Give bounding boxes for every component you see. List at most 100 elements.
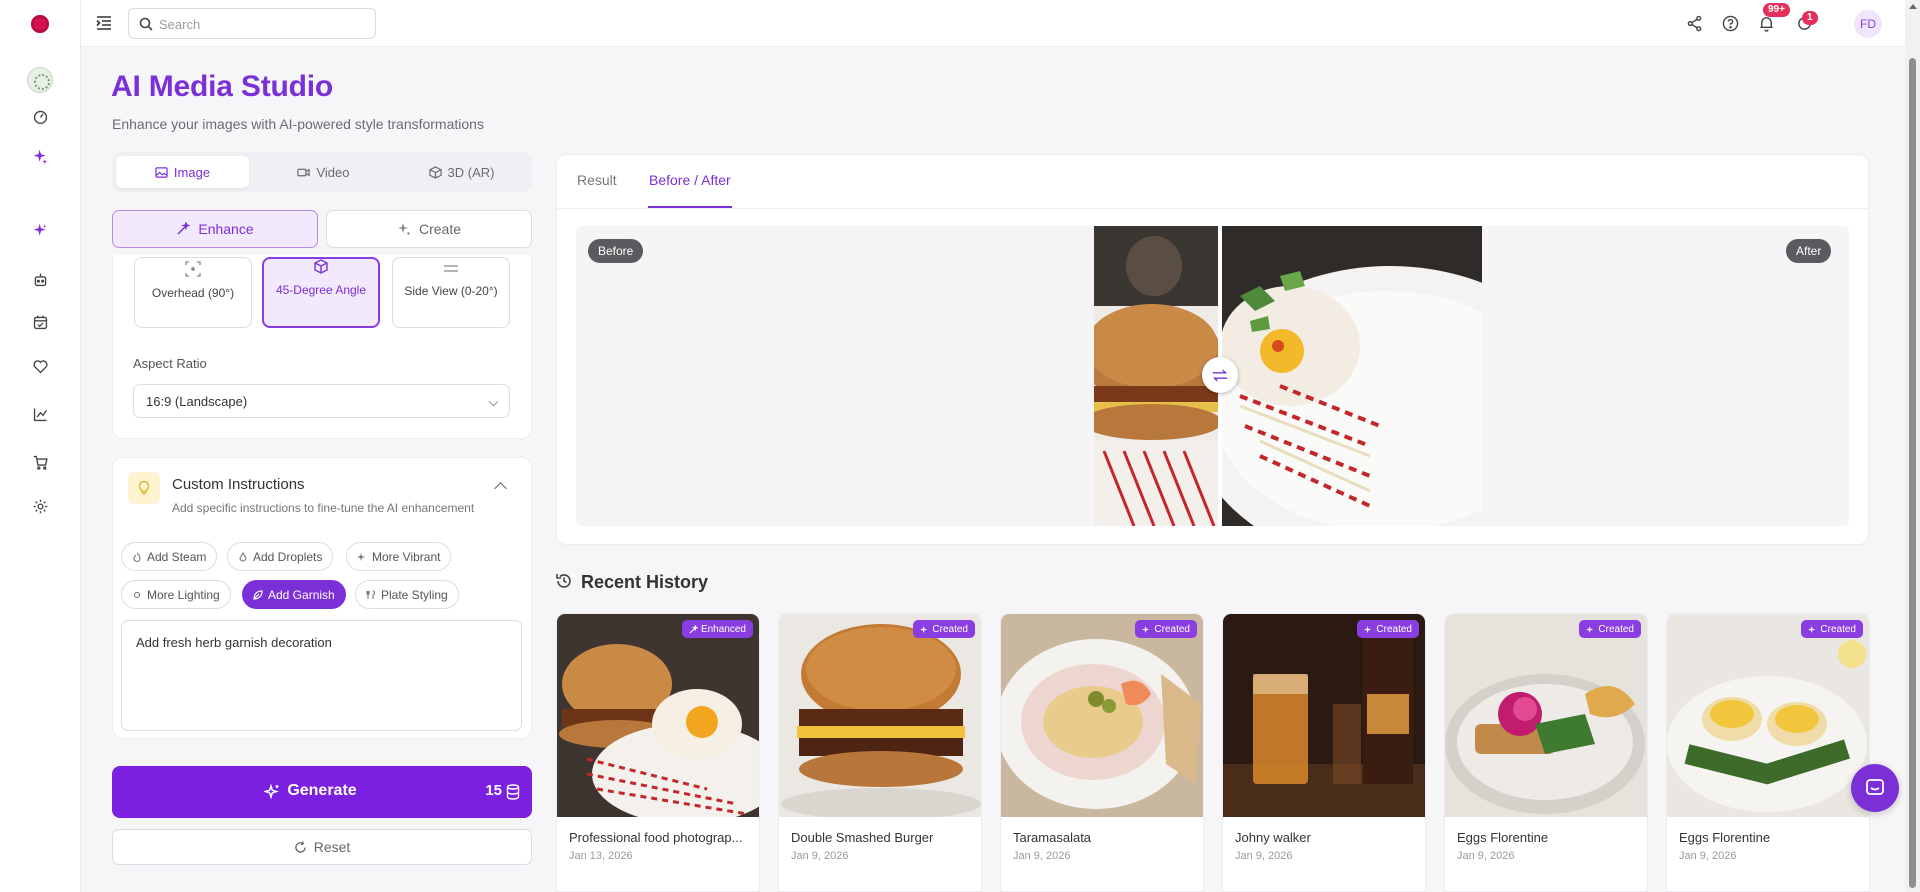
after-image: [1220, 226, 1482, 526]
overhead-icon: [185, 261, 201, 277]
dashboard-icon[interactable]: [30, 106, 50, 126]
help-icon[interactable]: [1719, 12, 1741, 34]
brand-logo[interactable]: [31, 15, 49, 33]
tab-before-after[interactable]: Before / After: [649, 172, 731, 188]
history-item-date: Jan 9, 2026: [1235, 850, 1293, 862]
cart-icon[interactable]: [30, 452, 50, 472]
history-item-name: Taramasalata: [1013, 830, 1092, 845]
generate-button[interactable]: Generate 15: [112, 766, 532, 818]
history-item-date: Jan 9, 2026: [1013, 850, 1071, 862]
status-badge: Created: [913, 620, 975, 638]
cube-icon: [428, 165, 442, 179]
enhance-button[interactable]: Enhance: [112, 210, 318, 248]
chat-support-button[interactable]: [1851, 764, 1899, 812]
robot-icon[interactable]: [30, 269, 50, 289]
angle-45-degree[interactable]: 45-Degree Angle: [262, 257, 380, 328]
reset-button[interactable]: Reset: [112, 829, 532, 865]
settings-gear-icon[interactable]: [30, 496, 50, 516]
top-bar: 99+ 1 FD: [81, 0, 1905, 47]
angle-overhead[interactable]: Overhead (90°): [134, 257, 252, 328]
image-icon: [155, 166, 168, 178]
tab-image[interactable]: Image: [116, 156, 249, 188]
sun-icon: [133, 591, 141, 598]
chip-label: More Vibrant: [372, 549, 441, 564]
chevron-down-icon: [488, 396, 499, 407]
history-thumbnail: [1445, 614, 1647, 817]
chip-add-droplets[interactable]: Add Droplets: [227, 542, 334, 571]
aspect-ratio-label: Aspect Ratio: [133, 356, 207, 371]
tab-image-label: Image: [173, 164, 211, 180]
chip-add-garnish[interactable]: Add Garnish: [242, 580, 346, 609]
history-card[interactable]: Created Eggs Florentine Jan 9, 2026: [1666, 613, 1870, 892]
tab-3d-label: 3D (AR): [447, 164, 495, 180]
calendar-check-icon[interactable]: [30, 312, 50, 332]
history-card[interactable]: Created Johny walker Jan 9, 2026: [1222, 613, 1426, 892]
tab-video-label: Video: [316, 164, 350, 180]
history-thumbnail: [1667, 614, 1869, 817]
chip-label: Add Steam: [147, 549, 207, 564]
sparkle-icon: [357, 552, 365, 561]
coin-stack-icon: [506, 784, 520, 800]
history-card[interactable]: Created Taramasalata Jan 9, 2026: [1000, 613, 1204, 892]
chart-icon[interactable]: [30, 404, 50, 424]
sparkle-icon: [920, 625, 928, 633]
angle-side-view[interactable]: Side View (0-20°): [392, 257, 510, 328]
history-thumbnail: [1223, 614, 1425, 817]
status-badge-label: Created: [1154, 623, 1190, 635]
share-icon[interactable]: [1683, 12, 1705, 34]
scrollbar-thumb[interactable]: [1909, 58, 1916, 888]
history-card[interactable]: Enhanced Professional food photograp... …: [556, 613, 760, 892]
scroll-up-arrow-icon[interactable]: [1909, 4, 1917, 9]
sparkle-icon: [1808, 625, 1816, 633]
custom-instructions-title: Custom Instructions: [172, 476, 305, 493]
magic-wand-icon: [689, 624, 698, 633]
aspect-ratio-value: 16:9 (Landscape): [146, 394, 248, 409]
tab-video[interactable]: Video: [257, 156, 390, 188]
user-avatar[interactable]: FD: [1854, 10, 1882, 38]
history-thumbnail: [557, 614, 759, 817]
comparison-slider-handle[interactable]: [1202, 357, 1238, 393]
tab-result[interactable]: Result: [577, 172, 617, 188]
side-view-icon: [444, 265, 458, 272]
chip-label: Add Droplets: [253, 549, 323, 564]
status-badge: Created: [1801, 620, 1863, 638]
heart-icon[interactable]: [30, 356, 50, 376]
reset-label: Reset: [313, 839, 351, 855]
tab-3d-ar[interactable]: 3D (AR): [395, 156, 528, 188]
status-badge-label: Created: [1376, 623, 1412, 635]
custom-instructions-textarea[interactable]: Add fresh herb garnish decoration: [121, 620, 522, 731]
sparkle-icon: [397, 223, 410, 235]
chip-more-lighting[interactable]: More Lighting: [121, 580, 231, 609]
status-badge-label: Created: [1820, 623, 1856, 635]
history-card[interactable]: Created Eggs Florentine Jan 9, 2026: [1444, 613, 1648, 892]
workspace-avatar[interactable]: [27, 67, 53, 93]
history-item-date: Jan 9, 2026: [1457, 850, 1515, 862]
history-item-date: Jan 9, 2026: [1679, 850, 1737, 862]
magic-wand-icon: [177, 222, 191, 235]
history-card[interactable]: Created Double Smashed Burger Jan 9, 202…: [778, 613, 982, 892]
search-input[interactable]: [159, 14, 359, 34]
lightbulb-icon: [128, 472, 160, 504]
refresh-icon: [294, 840, 306, 853]
status-badge: Created: [1135, 620, 1197, 638]
angle-icon: [314, 259, 328, 274]
search-box[interactable]: [128, 8, 376, 39]
page-scrollbar[interactable]: [1905, 0, 1920, 892]
status-badge: Created: [1357, 620, 1419, 638]
utensils-icon: [366, 589, 376, 599]
leaf-icon: [253, 589, 263, 600]
chip-more-vibrant[interactable]: More Vibrant: [346, 542, 452, 571]
ai-sparkle-icon[interactable]: [30, 146, 50, 166]
notifications-badge: 99+: [1763, 3, 1790, 17]
history-thumbnail: [1001, 614, 1203, 817]
menu-toggle-icon[interactable]: [95, 14, 113, 32]
chip-plate-styling[interactable]: Plate Styling: [355, 580, 459, 609]
ai-studio-icon[interactable]: [30, 220, 50, 240]
angle-overhead-label: Overhead (90°): [151, 286, 235, 300]
chip-add-steam[interactable]: Add Steam: [121, 542, 218, 571]
aspect-ratio-select[interactable]: 16:9 (Landscape): [133, 384, 510, 418]
create-button[interactable]: Create: [326, 210, 532, 248]
chat-icon: [1866, 779, 1884, 795]
history-item-name: Eggs Florentine: [1679, 830, 1771, 845]
history-item-name: Johny walker: [1235, 830, 1311, 845]
